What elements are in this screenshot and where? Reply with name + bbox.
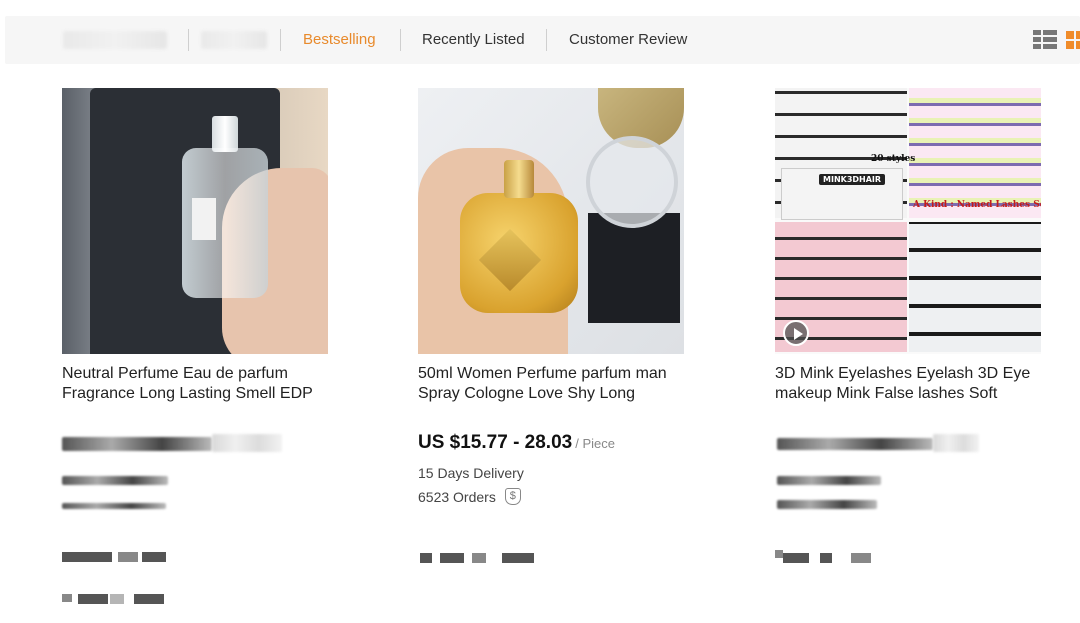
product-image-perfume-gold[interactable] (418, 88, 684, 354)
product-card[interactable]: 50ml Women Perfume parfum man Spray Colo… (418, 88, 718, 505)
blurred-price (777, 438, 933, 450)
dollar-badge-icon[interactable]: $ (504, 488, 521, 505)
price-unit: / Piece (575, 436, 615, 451)
blurred-shipping (440, 553, 464, 563)
orders-count: 6523 Orders (418, 488, 496, 505)
blurred-price (62, 437, 212, 451)
sort-bar: Bestselling Recently Listed Customer Rev… (5, 16, 1080, 64)
blurred-shipping (775, 550, 783, 558)
delivery-time: 15 Days Delivery (418, 465, 524, 481)
image-styles-text: 20 styles (871, 154, 916, 164)
sort-separator (280, 29, 281, 51)
sort-separator (400, 29, 401, 51)
blurred-shipping (502, 553, 534, 563)
orders-row: 6523 Orders $ (418, 488, 718, 505)
blurred-price-tail (212, 434, 282, 452)
blurred-shipping (851, 553, 871, 563)
store-icon (62, 594, 72, 602)
blurred-orders (62, 503, 166, 509)
product-title-line: 3D Mink Eyelashes Eyelash 3D Eye (775, 365, 1031, 382)
tab-customer-review[interactable]: Customer Review (569, 31, 687, 48)
blurred-sort-option[interactable] (63, 31, 167, 49)
blurred-shipping (118, 552, 138, 562)
product-title-line: 50ml Women Perfume parfum man (418, 365, 667, 382)
sort-separator (546, 29, 547, 51)
blurred-shipping (820, 553, 832, 563)
blurred-store-name (110, 594, 124, 604)
product-title-line: Spray Cologne Love Shy Long (418, 385, 636, 402)
product-title[interactable]: 50ml Women Perfume parfum man Spray Colo… (418, 364, 718, 404)
blurred-shipping (420, 553, 432, 563)
product-price: US $15.77 - 28.03/ Piece (418, 432, 718, 454)
product-image-eyelashes[interactable]: MINK3DHAIR 20 styles A Kind : Named Lash… (775, 88, 1041, 354)
product-title[interactable]: 3D Mink Eyelashes Eyelash 3D Eye makeup … (775, 364, 1075, 404)
tab-bestselling[interactable]: Bestselling (303, 31, 376, 48)
blurred-delivery (62, 476, 168, 485)
product-card[interactable]: MINK3DHAIR 20 styles A Kind : Named Lash… (775, 88, 1075, 404)
blurred-store-name (134, 594, 164, 604)
blurred-delivery (777, 476, 881, 485)
blurred-shipping (62, 552, 112, 562)
blurred-price-tail (933, 434, 979, 452)
blurred-shipping (783, 553, 809, 563)
price-value: US $15.77 - 28.03 (418, 432, 573, 453)
image-kind-text: A Kind : Named Lashes Set (913, 200, 1041, 210)
list-view-icon[interactable] (1033, 30, 1057, 50)
product-title-line: Neutral Perfume Eau de parfum (62, 365, 288, 382)
image-package-label: MINK3DHAIR (819, 174, 886, 185)
blurred-shipping (142, 552, 166, 562)
play-video-icon[interactable] (783, 320, 809, 346)
product-title-line: makeup Mink False lashes Soft (775, 385, 998, 402)
blurred-store-name[interactable] (78, 594, 108, 604)
product-title[interactable]: Neutral Perfume Eau de parfum Fragrance … (62, 364, 362, 404)
product-title-line: Fragrance Long Lasting Smell EDP (62, 385, 313, 402)
tab-recently-listed[interactable]: Recently Listed (422, 31, 525, 48)
sort-separator (188, 29, 189, 51)
product-image-perfume-clear[interactable] (62, 88, 328, 354)
blurred-sort-option[interactable] (201, 31, 267, 49)
blurred-shipping (472, 553, 486, 563)
grid-view-icon[interactable] (1064, 30, 1080, 50)
blurred-orders (777, 500, 877, 509)
product-card[interactable]: Neutral Perfume Eau de parfum Fragrance … (62, 88, 362, 404)
